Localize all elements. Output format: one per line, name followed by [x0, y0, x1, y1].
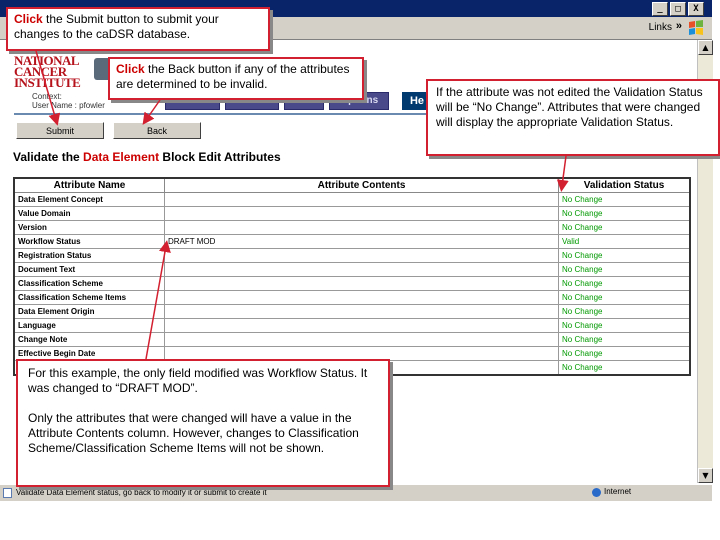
cell-attribute-contents [164, 304, 559, 319]
submit-button[interactable]: Submit [16, 122, 104, 139]
cell-attribute-contents [164, 332, 559, 347]
callout-submit-text: the Submit button to submit your changes… [14, 12, 219, 41]
cell-validation-status: No Change [558, 262, 691, 277]
callout-example-p1: For this example, the only field modifie… [28, 366, 368, 395]
column-header-attribute-contents: Attribute Contents [164, 177, 559, 193]
cell-attribute-name: Change Note [13, 332, 165, 347]
window-controls: _ □ X [652, 2, 704, 16]
cell-validation-status: No Change [558, 192, 691, 207]
callout-example-p2: Only the attributes that were changed wi… [28, 411, 359, 455]
callout-back: Click the Back button if any of the attr… [108, 57, 364, 100]
links-label[interactable]: Links [649, 22, 672, 33]
cell-attribute-contents [164, 318, 559, 333]
cell-validation-status: No Change [558, 206, 691, 221]
cell-validation-status: No Change [558, 290, 691, 305]
cell-attribute-name: Version [13, 220, 165, 235]
cell-validation-status: No Change [558, 346, 691, 361]
back-button[interactable]: Back [113, 122, 201, 139]
minimize-button[interactable]: _ [652, 2, 668, 16]
table-row: Registration Status No Change [13, 248, 691, 263]
table-row: Language No Change [13, 318, 691, 333]
cell-attribute-contents [164, 206, 559, 221]
table-row: Change Note No Change [13, 332, 691, 347]
status-text: Validate Data Element status, go back to… [16, 488, 267, 497]
callout-example: For this example, the only field modifie… [16, 359, 390, 487]
title-prefix: Validate the [13, 150, 80, 164]
scroll-up-icon[interactable]: ▲ [698, 40, 713, 55]
close-button[interactable]: X [688, 2, 704, 16]
callout-submit-action: Click [14, 12, 43, 26]
windows-logo-icon [689, 20, 703, 35]
callout-status-text: If the attribute was not edited the Vali… [436, 85, 703, 129]
cell-validation-status: No Change [558, 318, 691, 333]
cell-attribute-name: Classification Scheme [13, 276, 165, 291]
cell-attribute-name: Data Element Origin [13, 304, 165, 319]
cell-attribute-name: Value Domain [13, 206, 165, 221]
cell-validation-status: No Change [558, 304, 691, 319]
cell-attribute-contents [164, 276, 559, 291]
cell-attribute-contents [164, 262, 559, 277]
table-row: Data Element Origin No Change [13, 304, 691, 319]
logo-line: INSTITUTE [14, 75, 81, 90]
column-header-attribute-name: Attribute Name [13, 177, 165, 193]
cell-attribute-contents [164, 220, 559, 235]
cell-validation-status: No Change [558, 332, 691, 347]
page-title: Validate the Data Element Block Edit Att… [13, 150, 281, 164]
callout-back-action: Click [116, 62, 145, 76]
title-suffix: Block Edit Attributes [162, 150, 281, 164]
cell-attribute-contents [164, 192, 559, 207]
table-row: Document Text No Change [13, 262, 691, 277]
security-zone: Internet [604, 487, 632, 496]
callout-validation-status: If the attribute was not edited the Vali… [426, 79, 720, 156]
user-name-label: User Name : pfowler [32, 101, 105, 110]
cell-validation-status: No Change [558, 360, 691, 376]
cell-attribute-name: Classification Scheme Items [13, 290, 165, 305]
cell-attribute-name: Workflow Status [13, 234, 165, 249]
table-row: Data Element Concept No Change [13, 192, 691, 207]
cell-attribute-name: Data Element Concept [13, 192, 165, 207]
table-row: Classification Scheme Items No Change [13, 290, 691, 305]
cell-attribute-name: Language [13, 318, 165, 333]
links-chevron-icon[interactable]: » [676, 20, 682, 32]
cell-attribute-contents [164, 290, 559, 305]
cell-validation-status: Valid [558, 234, 691, 249]
arrow-to-back [142, 99, 161, 125]
cell-validation-status: No Change [558, 248, 691, 263]
table-row: Value Domain No Change [13, 206, 691, 221]
cell-attribute-name: Document Text [13, 262, 165, 277]
table-row: Classification Scheme No Change [13, 276, 691, 291]
table-row: Workflow Status DRAFT MOD Valid [13, 234, 691, 249]
scroll-down-icon[interactable]: ▼ [698, 468, 713, 483]
table-header-row: Attribute Name Attribute Contents Valida… [13, 177, 691, 193]
cell-attribute-contents [164, 248, 559, 263]
cell-attribute-name: Registration Status [13, 248, 165, 263]
table-row: Version No Change [13, 220, 691, 235]
callout-submit: Click the Submit button to submit your c… [6, 7, 270, 51]
cell-validation-status: No Change [558, 220, 691, 235]
callout-back-text: the Back button if any of the attributes… [116, 62, 350, 91]
title-highlight: Data Element [83, 150, 160, 164]
context-label: Context: [32, 92, 62, 101]
cell-attribute-contents: DRAFT MOD [164, 234, 559, 249]
maximize-button[interactable]: □ [670, 2, 686, 16]
page-icon [3, 488, 12, 498]
attributes-table: Attribute Name Attribute Contents Valida… [13, 177, 691, 376]
internet-globe-icon [592, 488, 601, 497]
cell-validation-status: No Change [558, 276, 691, 291]
column-header-validation-status: Validation Status [558, 177, 691, 193]
